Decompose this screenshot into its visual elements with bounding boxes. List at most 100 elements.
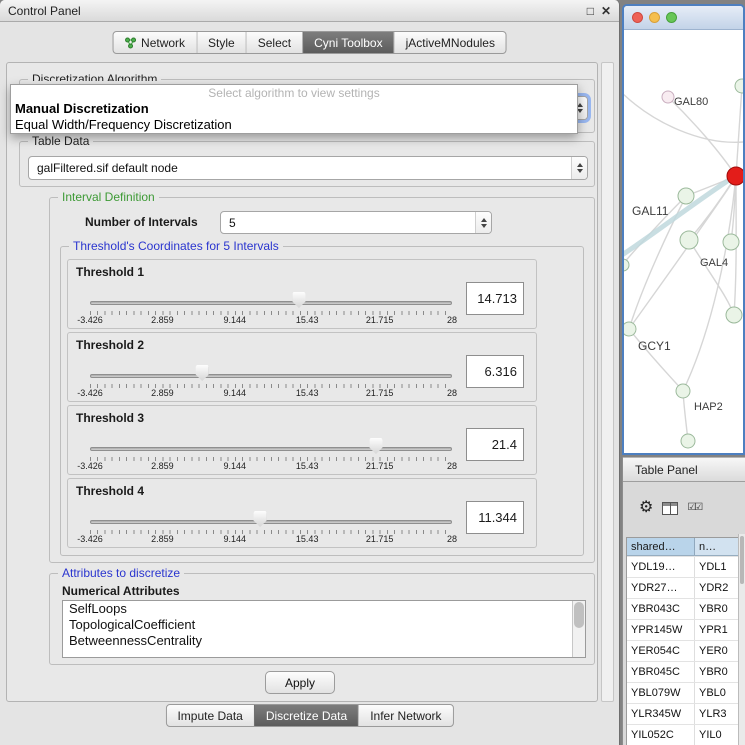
column-header-shared-name[interactable]: shared… — [627, 538, 695, 555]
tab-cyni-toolbox[interactable]: Cyni Toolbox — [302, 32, 393, 53]
list-item[interactable]: SelfLoops — [63, 601, 585, 617]
table-cell[interactable]: YLR345W — [627, 704, 695, 724]
table-cell[interactable]: YER0 — [695, 641, 741, 661]
tab-label: Style — [208, 36, 235, 50]
table-cell[interactable]: YER054C — [627, 641, 695, 661]
slider-thumb[interactable] — [254, 511, 267, 527]
interval-definition-group: Interval Definition Number of Intervals … — [49, 197, 595, 563]
list-item[interactable]: TopologicalCoefficient — [63, 617, 585, 633]
selected-node[interactable] — [727, 167, 743, 185]
tick-label: 2.859 — [151, 388, 174, 398]
table-cell[interactable]: YDL1 — [695, 557, 741, 577]
slider-track[interactable] — [90, 520, 452, 524]
tick-label: -3.426 — [77, 388, 103, 398]
dropdown-item-equal-width-frequency[interactable]: Equal Width/Frequency Discretization — [11, 117, 577, 133]
threshold-1-value-field[interactable]: 14.713 — [466, 282, 524, 315]
table-data-group: Table Data galFiltered.sif default node — [19, 141, 595, 187]
tab-jactivemnodules[interactable]: jActiveMNodules — [394, 32, 506, 53]
threshold-4-value-field[interactable]: 11.344 — [466, 501, 524, 534]
numerical-attributes-list: SelfLoops TopologicalCoefficient Between… — [62, 600, 586, 658]
network-node[interactable] — [678, 188, 694, 204]
table-panel-window: Table Panel ⚙ ☑☑ shared… n… YDL19…YDL1 Y… — [622, 457, 745, 745]
slider-track[interactable] — [90, 374, 452, 378]
tab-select[interactable]: Select — [246, 32, 302, 53]
list-scrollbar[interactable] — [572, 601, 585, 657]
tick-label: 2.859 — [151, 315, 174, 325]
table-cell[interactable]: YDR2 — [695, 578, 741, 598]
table-row: YIL052CYIL0 — [627, 724, 741, 745]
table-panel-titlebar[interactable]: Table Panel — [623, 457, 745, 482]
tick-label: 15.43 — [296, 315, 319, 325]
table-panel-title: Table Panel — [635, 463, 698, 477]
threshold-2-value-field[interactable]: 6.316 — [466, 355, 524, 388]
slider-track[interactable] — [90, 301, 452, 305]
columns-icon[interactable] — [662, 502, 678, 515]
minimize-traffic-light[interactable] — [649, 12, 660, 23]
table-scrollbar[interactable] — [738, 534, 745, 745]
float-window-button[interactable]: □ — [587, 5, 594, 17]
tab-infer-network[interactable]: Infer Network — [358, 705, 452, 726]
algorithm-dropdown-list: Select algorithm to view settings Manual… — [10, 84, 578, 134]
table-row: YBL079WYBL0 — [627, 682, 741, 703]
tick-label: 28 — [447, 315, 457, 325]
table-cell[interactable]: YLR3 — [695, 704, 741, 724]
table-cell[interactable]: YPR145W — [627, 620, 695, 640]
network-canvas[interactable]: GAL80 GAL11 GAL4 GCY1 HAP2 — [624, 30, 743, 453]
network-node[interactable] — [723, 234, 739, 250]
dropdown-item-manual-discretization[interactable]: Manual Discretization — [11, 101, 577, 117]
table-cell[interactable]: YDR27… — [627, 578, 695, 598]
cyni-toolbox-panel: Discretization Algorithm Table Data galF… — [6, 62, 598, 702]
zoom-traffic-light[interactable] — [666, 12, 677, 23]
table-scrollbar-thumb[interactable] — [740, 536, 744, 584]
table-row: YLR345WYLR3 — [627, 703, 741, 724]
number-of-intervals-select[interactable]: 5 — [220, 211, 492, 234]
list-item[interactable]: BetweennessCentrality — [63, 633, 585, 649]
slider-thumb[interactable] — [196, 365, 209, 381]
tab-style[interactable]: Style — [196, 32, 246, 53]
tick-label: 15.43 — [296, 534, 319, 544]
threshold-3-value-field[interactable]: 21.4 — [466, 428, 524, 461]
table-row: YBR045CYBR0 — [627, 661, 741, 682]
network-node[interactable] — [681, 434, 695, 448]
network-node[interactable] — [726, 307, 742, 323]
table-cell[interactable]: YDL19… — [627, 557, 695, 577]
list-scrollbar-thumb[interactable] — [574, 602, 584, 628]
table-cell[interactable]: YIL0 — [695, 725, 741, 745]
apply-button[interactable]: Apply — [265, 671, 335, 694]
tab-discretize-data[interactable]: Discretize Data — [254, 705, 358, 726]
tab-label: Cyni Toolbox — [314, 36, 382, 50]
network-node[interactable] — [735, 79, 743, 93]
slider-tick-labels: -3.426 2.859 9.144 15.43 21.715 28 — [90, 388, 452, 399]
table-cell[interactable]: YBL079W — [627, 683, 695, 703]
tab-network[interactable]: Network — [113, 32, 196, 53]
close-traffic-light[interactable] — [632, 12, 643, 23]
tab-label: Impute Data — [177, 709, 242, 723]
network-node[interactable] — [624, 259, 629, 271]
select-all-checkboxes-icon[interactable]: ☑☑ — [687, 503, 701, 513]
table-data-select[interactable]: galFiltered.sif default node — [28, 156, 588, 180]
table-cell[interactable]: YIL052C — [627, 725, 695, 745]
gear-icon[interactable]: ⚙ — [639, 500, 653, 516]
network-node[interactable] — [680, 231, 698, 249]
network-node[interactable] — [676, 384, 690, 398]
discretization-algorithm-group-label: Discretization Algorithm — [28, 72, 161, 81]
slider-thumb[interactable] — [292, 292, 305, 308]
slider-track[interactable] — [90, 447, 452, 451]
tab-impute-data[interactable]: Impute Data — [166, 705, 253, 726]
network-node[interactable] — [624, 322, 636, 336]
network-window-titlebar[interactable] — [624, 6, 743, 30]
control-panel-titlebar[interactable]: Control Panel □ ✕ — [0, 0, 619, 22]
close-window-button[interactable]: ✕ — [601, 5, 611, 17]
table-cell[interactable]: YPR1 — [695, 620, 741, 640]
interval-definition-group-label: Interval Definition — [58, 190, 159, 204]
table-cell[interactable]: YBR043C — [627, 599, 695, 619]
table-cell[interactable]: YBR0 — [695, 662, 741, 682]
table-cell[interactable]: YBR0 — [695, 599, 741, 619]
tick-label: 21.715 — [366, 315, 394, 325]
table-cell[interactable]: YBR045C — [627, 662, 695, 682]
slider-thumb[interactable] — [369, 438, 382, 454]
table-cell[interactable]: YBL0 — [695, 683, 741, 703]
network-node[interactable] — [662, 91, 674, 103]
panel-scrollbar[interactable] — [601, 62, 614, 702]
column-header-name[interactable]: n… — [695, 538, 741, 555]
